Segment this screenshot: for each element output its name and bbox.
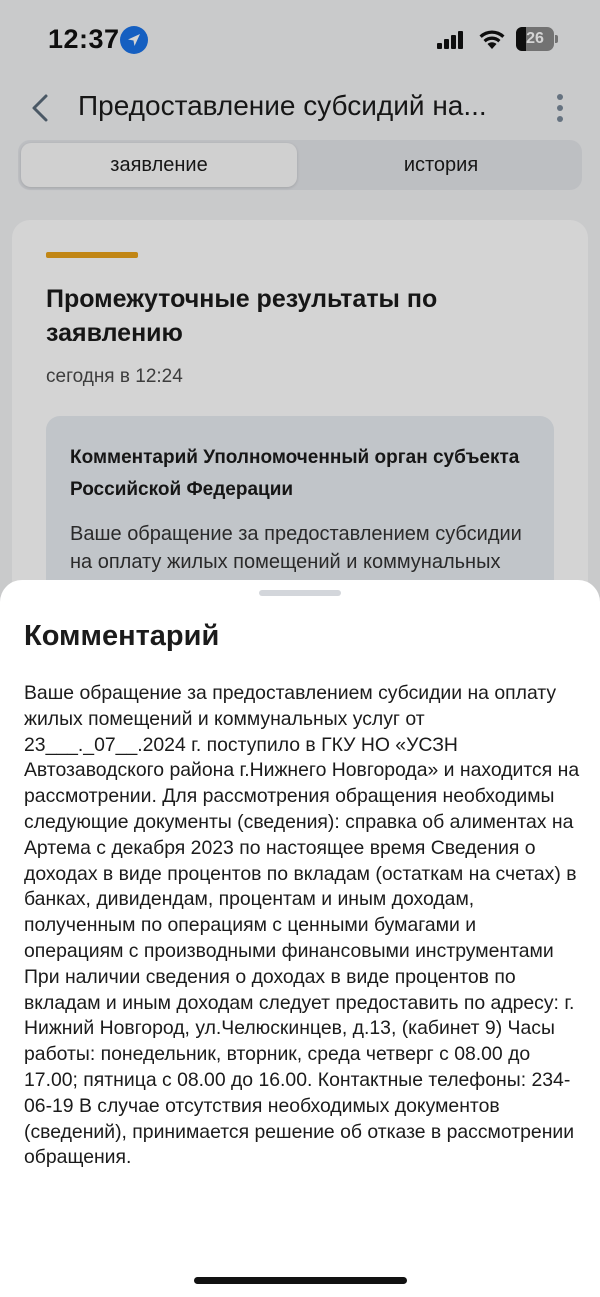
home-indicator[interactable] — [194, 1277, 407, 1284]
sheet-body-text: Ваше обращение за предоставлением субсид… — [24, 682, 580, 1169]
comment-bottom-sheet: Комментарий Ваше обращение за предоставл… — [0, 580, 600, 1297]
drag-handle[interactable] — [259, 590, 341, 596]
sheet-title: Комментарий — [24, 620, 220, 652]
